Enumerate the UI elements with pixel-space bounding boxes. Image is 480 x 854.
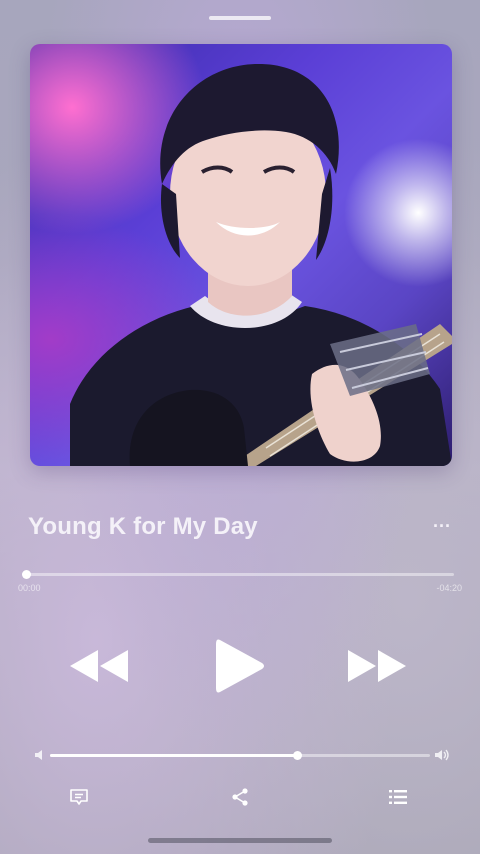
home-indicator[interactable] [148, 838, 332, 843]
playback-progress-bar[interactable] [26, 573, 454, 576]
elapsed-time: 00:00 [18, 583, 41, 593]
play-icon [216, 639, 264, 693]
play-button[interactable] [212, 636, 268, 696]
speaker-low-icon [35, 750, 42, 760]
playback-scrubber-knob[interactable] [22, 570, 31, 579]
album-artwork [30, 44, 452, 466]
fast-forward-button[interactable] [346, 646, 408, 686]
queue-button[interactable] [386, 786, 410, 808]
queue-list-icon [389, 790, 407, 804]
share-icon [232, 788, 248, 806]
lyrics-icon [70, 789, 88, 805]
speaker-high-icon [435, 749, 449, 761]
volume-slider[interactable] [50, 754, 430, 757]
track-title: Young K for My Day [28, 513, 258, 540]
share-button[interactable] [228, 786, 252, 808]
fast-forward-icon [348, 650, 406, 682]
lyrics-button[interactable] [67, 786, 91, 808]
volume-slider-fill [50, 754, 297, 757]
rewind-button[interactable] [68, 646, 130, 686]
more-options-button[interactable]: ··· [428, 516, 456, 540]
sheet-grabber[interactable] [209, 16, 271, 20]
rewind-icon [70, 650, 128, 682]
remaining-time: -04:20 [436, 583, 462, 593]
volume-slider-knob[interactable] [293, 751, 302, 760]
artwork-illustration [70, 63, 452, 466]
